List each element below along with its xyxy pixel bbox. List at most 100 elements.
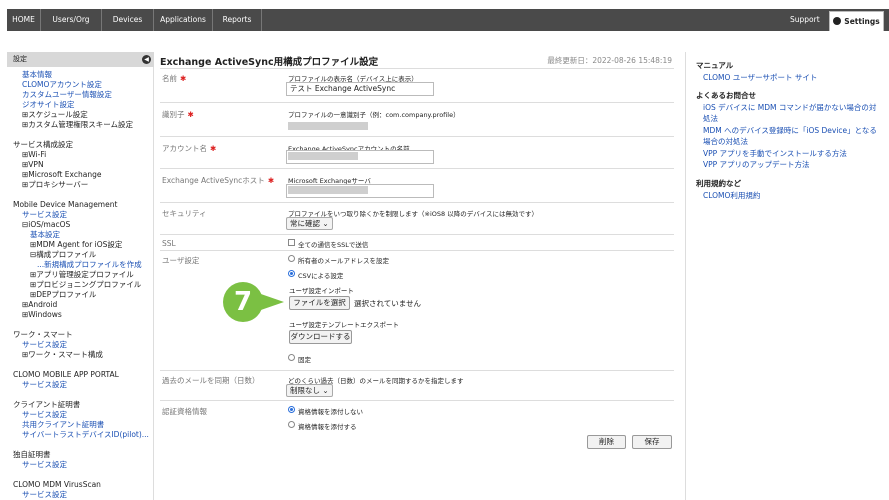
- past-mail-label: 過去のメールを同期（日数）: [162, 376, 260, 385]
- past-mail-select[interactable]: 制限なし ⌄: [286, 384, 333, 397]
- sidebar-item[interactable]: ⊟iOS/macOS: [22, 220, 70, 230]
- sidebar-section-heading: CLOMO MOBILE APP PORTAL: [13, 370, 119, 379]
- sidebar-item[interactable]: CLOMOアカウント設定: [22, 80, 102, 90]
- host-value-redacted: [288, 186, 368, 194]
- manual-link[interactable]: CLOMO ユーザーサポート サイト: [703, 72, 883, 83]
- help-panel: マニュアル CLOMO ユーザーサポート サイト よくあるお問合せ iOS デバ…: [685, 52, 889, 500]
- sidebar-item[interactable]: ⊞Windows: [22, 310, 62, 320]
- row-host: Exchange ActiveSyncホスト ✱ Microsoft Exchan…: [160, 168, 674, 200]
- sidebar-section-heading: ワーク・スマート: [13, 330, 73, 339]
- sidebar-item[interactable]: 基本設定: [30, 230, 60, 240]
- user-option-fixed-label: 固定: [298, 356, 311, 364]
- sidebar-item[interactable]: ⊞VPN: [22, 160, 44, 170]
- sidebar-item[interactable]: ...新規構成プロファイルを作成: [37, 260, 142, 270]
- sidebar-item[interactable]: サービス設定: [22, 380, 67, 390]
- identifier-label: 識別子 ✱: [162, 109, 194, 120]
- faq-link[interactable]: iOS デバイスに MDM コマンドが届かない場合の対処法: [703, 102, 883, 124]
- user-option-csv-label: CSVによる設定: [298, 272, 344, 280]
- sidebar-item[interactable]: ⊞Wi-Fi: [22, 150, 46, 160]
- sidebar-section-heading: クライアント証明書: [13, 400, 81, 409]
- chevron-down-icon: ⌄: [322, 386, 329, 395]
- sidebar-item[interactable]: サービス設定: [22, 340, 67, 350]
- sidebar-item[interactable]: サービス設定: [22, 210, 67, 220]
- nav-applications[interactable]: Applications: [154, 9, 213, 31]
- identifier-label-text: 識別子: [162, 110, 185, 119]
- nav-reports[interactable]: Reports: [213, 9, 262, 31]
- user-option-owner-email-label: 所有者のメールアドレスを設定: [298, 257, 389, 265]
- file-status: 選択されていません: [354, 299, 422, 308]
- faq-heading: よくあるお問合せ: [696, 91, 756, 100]
- settings-sidebar: 設定 ◀ 基本情報 CLOMOアカウント設定 カスタムユーザー情報設定 ジオサイト設定…: [7, 52, 154, 500]
- sidebar-item[interactable]: サービス設定: [22, 460, 67, 470]
- auth-option-attach-label: 資格情報を添付する: [298, 423, 357, 431]
- sidebar-item[interactable]: ⊞MDM Agent for iOS設定: [30, 240, 122, 250]
- sidebar-item[interactable]: 基本情報: [22, 70, 52, 80]
- download-button[interactable]: ダウンロードする: [289, 330, 352, 344]
- choose-file-button[interactable]: ファイルを選択: [289, 296, 350, 310]
- faq-link[interactable]: VPP アプリを手動でインストールする方法: [703, 148, 883, 159]
- sidebar-item[interactable]: ⊞Microsoft Exchange: [22, 170, 101, 180]
- terms-heading: 利用規約など: [696, 179, 741, 188]
- row-name: 名前 ✱ プロファイルの表示名（デバイス上に表示） テスト Exchange Ac…: [160, 68, 674, 96]
- sidebar-item[interactable]: ⊟構成プロファイル: [30, 250, 96, 260]
- sidebar-section-heading: CLOMO MDM VirusScan: [13, 480, 101, 489]
- identifier-desc: プロファイルの一意識別子（例：com.company.profile）: [288, 111, 460, 119]
- top-nav-bar: HOME Users/Org Devices Applications Repo…: [7, 9, 889, 31]
- sidebar-item[interactable]: ⊞Android: [22, 300, 57, 310]
- user-option-fixed-radio[interactable]: [288, 354, 295, 361]
- nav-devices[interactable]: Devices: [102, 9, 154, 31]
- sidebar-item[interactable]: ⊞カスタム管理権限スキーム設定: [22, 120, 133, 130]
- security-select-value: 常に確認: [290, 219, 320, 228]
- sidebar-section-heading: Mobile Device Management: [13, 200, 118, 209]
- user-option-csv-radio[interactable]: [288, 270, 295, 277]
- name-label-text: 名前: [162, 74, 177, 83]
- collapse-icon[interactable]: ◀: [142, 55, 151, 64]
- sidebar-item[interactable]: サイバートラストデバイスID(pilot)...: [22, 430, 149, 440]
- save-button[interactable]: 保存: [632, 435, 672, 449]
- sidebar-item[interactable]: ⊞プロビジョニングプロファイル: [30, 280, 141, 290]
- sidebar-item[interactable]: 共用クライアント証明書: [22, 420, 104, 430]
- ssl-checkbox-label: 全ての通信をSSLで送信: [298, 241, 369, 249]
- nav-users-org[interactable]: Users/Org: [41, 9, 102, 31]
- row-identifier: 識別子 ✱ プロファイルの一意識別子（例：com.company.profile）: [160, 102, 674, 132]
- faq-link[interactable]: VPP アプリのアップデート方法: [703, 159, 883, 170]
- last-updated: 最終更新日：2022-08-26 15:48:19: [547, 56, 672, 65]
- host-label-text: Exchange ActiveSyncホスト: [162, 176, 265, 185]
- identifier-input[interactable]: [288, 122, 368, 130]
- required-mark: ✱: [180, 74, 187, 83]
- host-label: Exchange ActiveSyncホスト ✱: [162, 175, 274, 186]
- faq-link[interactable]: MDM へのデバイス登録時に「iOS Device」となる場合の対処法: [703, 125, 883, 147]
- sidebar-item[interactable]: ⊞スケジュール設定: [22, 110, 88, 120]
- nav-settings-tab[interactable]: Settings: [829, 11, 884, 31]
- security-select[interactable]: 常に確認 ⌄: [286, 217, 333, 230]
- page-title: Exchange ActiveSync用構成プロファイル設定: [160, 57, 379, 68]
- sidebar-header-label: 設定: [13, 55, 27, 63]
- user-export-label: ユーザ設定テンプレートエクスポート: [289, 321, 399, 329]
- terms-link[interactable]: CLOMO利用規約: [703, 190, 883, 201]
- sidebar-item[interactable]: ⊞アプリ管理設定プロファイル: [30, 270, 134, 280]
- past-mail-select-value: 制限なし: [290, 386, 320, 395]
- account-label: アカウント名 ✱: [162, 143, 216, 154]
- sidebar-item[interactable]: ⊞DEPプロファイル: [30, 290, 96, 300]
- account-label-text: アカウント名: [162, 144, 207, 153]
- name-input[interactable]: テスト Exchange ActiveSync: [286, 82, 434, 96]
- sidebar-item[interactable]: サービス設定: [22, 410, 67, 420]
- ssl-label: SSL: [162, 239, 176, 248]
- required-mark: ✱: [267, 176, 275, 185]
- user-option-owner-email-radio[interactable]: [288, 255, 295, 262]
- sidebar-item[interactable]: ジオサイト設定: [22, 100, 75, 110]
- delete-button[interactable]: 削除: [587, 435, 626, 449]
- row-auth: 認証資格情報 資格情報を添付しない 資格情報を添付する 削除 保存: [160, 400, 674, 480]
- auth-option-attach-radio[interactable]: [288, 421, 295, 428]
- sidebar-item[interactable]: ⊞プロキシサーバー: [22, 180, 88, 190]
- auth-option-none-radio[interactable]: [288, 406, 295, 413]
- step-pointer-arrow: [258, 293, 284, 311]
- nav-home[interactable]: HOME: [7, 9, 41, 31]
- sidebar-item[interactable]: ⊞ワーク・スマート構成: [22, 350, 103, 360]
- auth-label: 認証資格情報: [162, 407, 207, 416]
- sidebar-item[interactable]: カスタムユーザー情報設定: [22, 90, 112, 100]
- nav-support[interactable]: Support: [790, 9, 820, 31]
- sidebar-item[interactable]: サービス設定: [22, 490, 67, 500]
- ssl-checkbox[interactable]: [288, 239, 295, 246]
- top-navigation: HOME Users/Org Devices Applications Repo…: [0, 0, 889, 31]
